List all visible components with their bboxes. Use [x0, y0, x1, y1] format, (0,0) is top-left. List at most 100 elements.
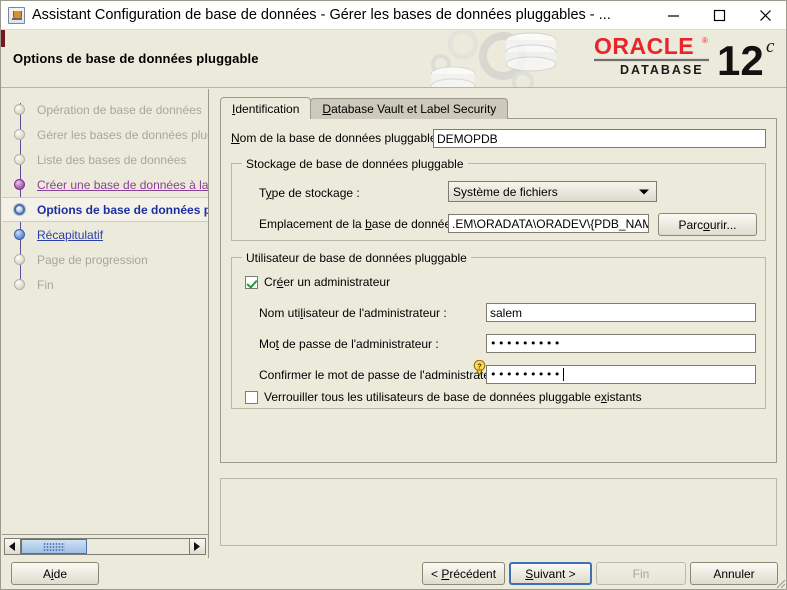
close-icon[interactable]	[742, 1, 786, 30]
tab-database-vault-label-security[interactable]: Database Vault et Label Security	[310, 98, 509, 119]
location-input[interactable]: .EM\ORADATA\ORADEV\{PDB_NAME}	[448, 214, 649, 233]
create-admin-checkbox[interactable]	[245, 275, 258, 289]
cancel-button[interactable]: Annuler	[690, 562, 778, 585]
step-node-done-icon	[14, 129, 25, 140]
lock-existing-users-label: Verrouiller tous les utilisateurs de bas…	[264, 390, 642, 404]
tab-label: Database Vault et Label Security	[322, 102, 497, 116]
admin-user-label: Nom utilisateur de l'administrateur :	[259, 306, 447, 320]
cancel-button-label: Annuler	[713, 566, 755, 581]
storage-type-select[interactable]: Système de fichiers	[448, 181, 657, 202]
admin-password-label: Mot de passe de l'administrateur :	[259, 337, 439, 351]
next-button[interactable]: Suivant >	[509, 562, 592, 585]
oracle-branding: ORACLE ® DATABASE 12 c	[421, 30, 786, 87]
sidebar-item-summary[interactable]: Récapitulatif	[2, 222, 208, 247]
tab-label: Identification	[232, 101, 300, 116]
help-button-label: Aide	[42, 566, 68, 581]
help-balloon-icon[interactable]: ?	[473, 359, 486, 377]
sidebar-item-db-list[interactable]: Liste des bases de données	[2, 147, 208, 172]
sidebar-item-finish[interactable]: Fin	[2, 272, 208, 297]
dbca-window: Assistant Configuration de base de donné…	[0, 0, 787, 590]
finish-button-label: Fin	[632, 566, 650, 581]
sidebar-item-label: Page de progression	[37, 252, 148, 267]
sidebar-item-label: Options de base de données p	[37, 202, 209, 217]
tab-bar: Identification Database Vault et Label S…	[220, 97, 509, 119]
chevron-down-icon	[639, 189, 649, 194]
sidebar-item-pdb-options[interactable]: Options de base de données p	[2, 197, 208, 222]
dialog-button-bar: Aide < Précédent Suivant > Fin Annuler	[1, 558, 786, 589]
pdb-user-group-title: Utilisateur de base de données pluggable	[242, 251, 471, 265]
sidebar-item-label: Liste des bases de données	[37, 152, 187, 167]
sidebar-item-operation[interactable]: Opération de base de données	[2, 97, 208, 122]
database-wordmark: DATABASE	[620, 63, 704, 77]
title-bar: Assistant Configuration de base de donné…	[1, 1, 786, 30]
tab-identification[interactable]: Identification	[220, 97, 312, 119]
pdb-name-input[interactable]: DEMOPDB	[433, 129, 766, 148]
message-panel	[220, 478, 777, 546]
scrollbar-thumb[interactable]	[21, 539, 87, 554]
maximize-icon[interactable]	[696, 1, 742, 30]
svg-text:?: ?	[477, 364, 481, 371]
help-button[interactable]: Aide	[11, 562, 99, 585]
storage-type-label: Type de stockage :	[259, 186, 360, 200]
admin-password-value: •••••••••	[490, 337, 562, 350]
sidebar-item-label: Récapitulatif	[37, 227, 104, 242]
back-button[interactable]: < Précédent	[422, 562, 505, 585]
sidebar-item-create-pdb[interactable]: Créer une base de données à la c	[2, 172, 208, 197]
resize-grip-icon[interactable]	[774, 577, 786, 589]
version-suffix: c	[766, 36, 775, 57]
main-content: Identification Database Vault et Label S…	[210, 89, 786, 558]
pdb-user-group: Utilisateur de base de données pluggable…	[231, 251, 766, 409]
sidebar-item-label: Fin	[37, 277, 54, 292]
sidebar-item-progress[interactable]: Page de progression	[2, 247, 208, 272]
sidebar-item-label: Opération de base de données	[37, 102, 202, 117]
create-admin-row[interactable]: Créer un administrateur	[245, 275, 390, 289]
browse-button[interactable]: Parcourir...	[658, 213, 757, 236]
step-node-visited-icon	[14, 179, 25, 190]
oracle-wordmark: ORACLE	[594, 33, 694, 59]
confirm-password-value: •••••••••	[490, 368, 562, 381]
step-node-done-icon	[14, 254, 25, 265]
lock-existing-users-checkbox[interactable]	[245, 390, 258, 404]
wizard-steps-sidebar: Opération de base de données Gérer les b…	[2, 89, 209, 534]
scroll-left-icon[interactable]	[4, 538, 21, 555]
step-node-done-icon	[14, 154, 25, 165]
text-cursor	[562, 368, 564, 381]
sidebar-item-label: Créer une base de données à la c	[37, 177, 209, 192]
step-node-done-icon	[14, 104, 25, 115]
browse-button-label: Parcourir...	[678, 217, 737, 232]
identification-panel: Nom de la base de données pluggable : DE…	[220, 118, 777, 463]
finish-button: Fin	[596, 562, 686, 585]
java-coffee-cup-icon	[8, 6, 25, 24]
back-button-label: < Précédent	[430, 566, 497, 581]
scrollbar-grip-icon	[43, 542, 65, 551]
sidebar-item-label: Gérer les bases de données plugg	[37, 127, 209, 142]
window-controls	[650, 1, 786, 30]
confirm-password-label: Confirmer le mot de passe de l'administr…	[259, 368, 508, 382]
page-title: Options de base de données pluggable	[13, 51, 259, 66]
sidebar-horizontal-scrollbar[interactable]	[2, 534, 209, 558]
minimize-icon[interactable]	[650, 1, 696, 30]
create-admin-label: Créer un administrateur	[264, 275, 391, 289]
admin-username-input[interactable]: salem	[486, 303, 756, 322]
window-title: Assistant Configuration de base de donné…	[32, 7, 611, 23]
storage-group: Stockage de base de données pluggable Ty…	[231, 157, 766, 241]
scroll-right-icon[interactable]	[189, 538, 206, 555]
step-node-active-icon	[14, 204, 25, 215]
storage-type-value: Système de fichiers	[453, 184, 558, 199]
pdb-name-row: Nom de la base de données pluggable :	[231, 131, 443, 145]
location-label: Emplacement de la base de données :	[259, 217, 464, 231]
pdb-name-label: Nom de la base de données pluggable :	[231, 131, 444, 145]
lock-users-row[interactable]: Verrouiller tous les utilisateurs de bas…	[245, 390, 642, 404]
svg-text:®: ®	[702, 36, 708, 45]
sidebar-item-manage-pdbs[interactable]: Gérer les bases de données plugg	[2, 122, 208, 147]
next-button-label: Suivant >	[525, 566, 576, 581]
storage-group-title: Stockage de base de données pluggable	[242, 157, 468, 171]
header-banner: Options de base de données pluggable ORA…	[1, 30, 786, 88]
banner-accent-strip	[1, 30, 5, 47]
step-node-next-icon	[14, 229, 25, 240]
scrollbar-track[interactable]	[21, 538, 189, 555]
step-node-done-icon	[14, 279, 25, 290]
confirm-password-input[interactable]: •••••••••	[486, 365, 756, 384]
version-number: 12	[717, 37, 764, 84]
admin-password-input[interactable]: •••••••••	[486, 334, 756, 353]
